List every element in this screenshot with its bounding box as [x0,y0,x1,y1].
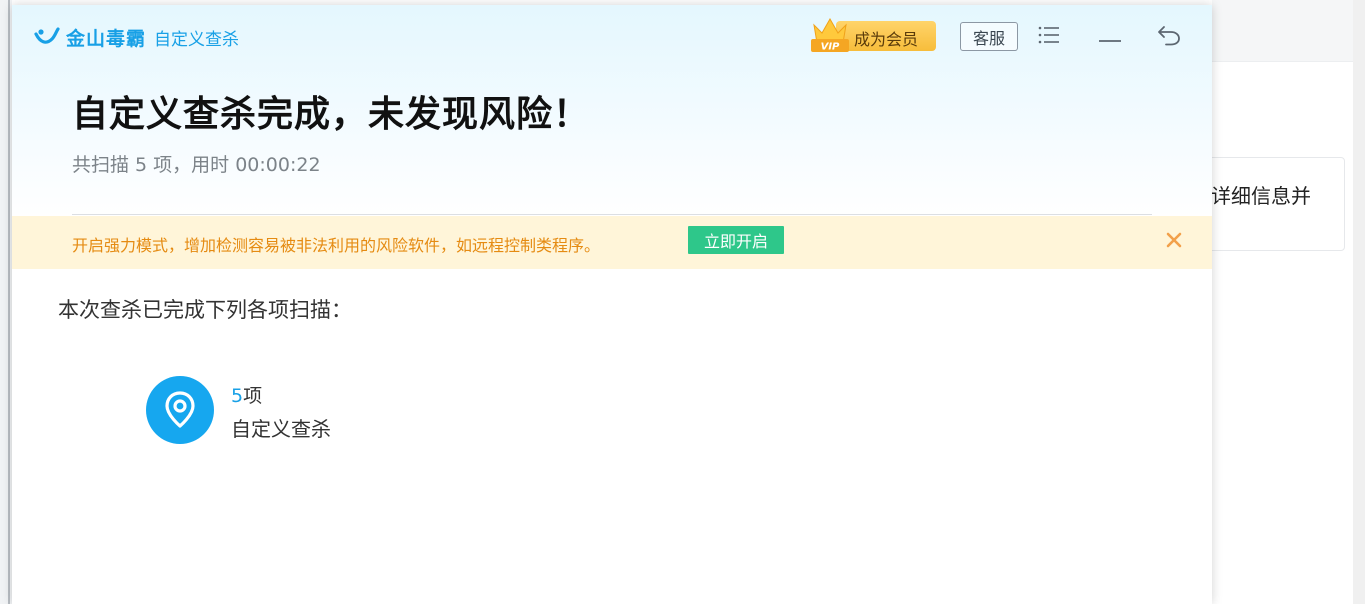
customer-service-button[interactable]: 客服 [960,22,1018,51]
completed-scans-title: 本次查杀已完成下列各项扫描： [58,298,352,322]
background-card: 详细信息并 [1196,157,1345,251]
app-logo: 金山毒霸 自定义查杀 [34,23,239,51]
header-divider [72,214,1152,215]
background-toolbar [1212,0,1353,62]
window-subtitle: 自定义查杀 [154,29,240,50]
scan-summary: 共扫描 5 项，用时 00:00:22 [72,154,321,176]
become-member-button[interactable]: VIP 成为会员 [808,17,938,53]
power-mode-notice: 开启强力模式，增加检测容易被非法利用的风险软件，如远程控制类程序。 立即开启 [12,216,1212,269]
become-member-label: 成为会员 [854,30,919,49]
return-arrow-icon [1157,24,1181,50]
scan-item-count-number: 5 [231,385,244,407]
notice-close-button[interactable] [1162,230,1186,254]
scan-result-dialog: 金山毒霸 自定义查杀 VIP 成为会员 客服 自定义查杀完成，未发现风险！ 共扫… [12,5,1212,604]
vip-badge-text: VIP [821,42,840,53]
location-pin-icon [146,376,214,444]
background-card-text: 详细信息并 [1211,184,1311,208]
menu-button[interactable] [1029,19,1069,55]
menu-icon [1038,26,1060,48]
notice-text: 开启强力模式，增加检测容易被非法利用的风险软件，如远程控制类程序。 [72,236,601,255]
app-brand-name: 金山毒霸 [66,27,147,50]
close-icon [1166,232,1182,252]
scan-item-custom: 5项 自定义查杀 [146,376,446,448]
vip-crown-icon: VIP [808,15,852,55]
minimize-icon [1099,28,1121,47]
background-scrollbar[interactable] [1353,0,1365,604]
return-button[interactable] [1149,19,1189,55]
minimize-button[interactable] [1090,19,1130,55]
enable-now-button[interactable]: 立即开启 [688,226,784,254]
scan-item-count-unit: 项 [243,385,263,407]
duba-logo-icon [34,26,60,48]
scan-item-name: 自定义查杀 [231,417,331,441]
background-window-right [1212,0,1365,604]
background-window-left [0,0,12,604]
background-window-edge [8,0,10,604]
scan-item-count: 5项 [231,381,262,408]
result-headline: 自定义查杀完成，未发现风险！ [72,94,591,135]
